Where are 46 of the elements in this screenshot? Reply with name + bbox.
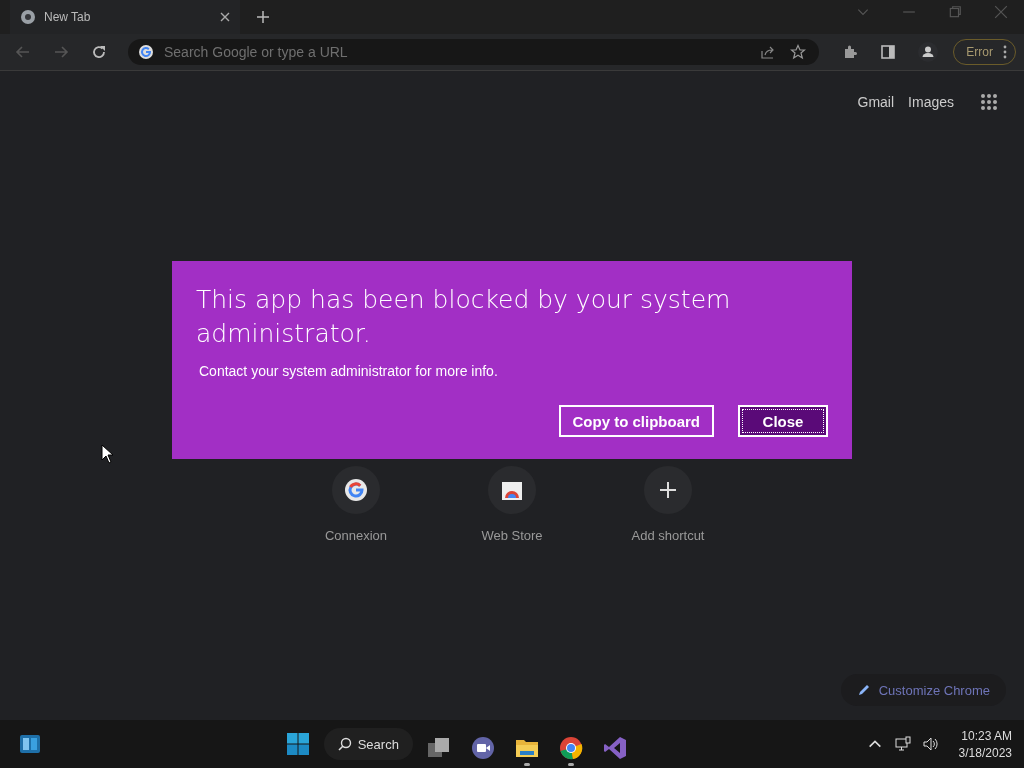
dialog-title: This app has been blocked by your system administrator. <box>196 284 732 350</box>
tab-title: New Tab <box>44 10 92 24</box>
visual-studio-icon[interactable] <box>602 736 627 760</box>
clock-date: 3/18/2023 <box>958 745 1012 760</box>
shortcut-label: Add shortcut <box>631 528 705 543</box>
running-indicator <box>567 763 574 766</box>
clock-time: 10:23 AM <box>961 728 1012 743</box>
video-chat-icon[interactable] <box>470 736 495 760</box>
puzzle-icon[interactable] <box>842 44 859 60</box>
google-icon <box>344 478 368 502</box>
chrome-icon[interactable] <box>558 736 583 760</box>
add-shortcut-button[interactable] <box>644 466 692 514</box>
header-link[interactable]: Gmail <box>857 94 895 110</box>
browser-tab[interactable]: New Tab <box>10 0 240 34</box>
dialog-button[interactable]: Close <box>738 405 828 437</box>
search-icon <box>337 737 352 751</box>
shortcut-label: Web Store <box>481 528 543 543</box>
task-view-icon[interactable] <box>426 736 451 760</box>
side-panel-icon[interactable] <box>880 44 897 60</box>
apps-grid-icon[interactable] <box>980 93 998 111</box>
network-icon[interactable] <box>894 736 911 752</box>
address-bar[interactable]: Search Google or type a URL <box>128 39 820 65</box>
chrome-icon <box>20 9 36 25</box>
dialog-button[interactable]: Copy to clipboard <box>558 405 714 437</box>
error-button[interactable]: Error <box>953 39 1016 65</box>
mouse-cursor-icon <box>101 444 113 464</box>
address-field[interactable]: Search Google or type a URL <box>162 43 754 61</box>
customize-chrome-button[interactable]: Customize Chrome <box>840 674 1006 706</box>
pencil-icon <box>856 683 871 697</box>
close-tab-icon[interactable] <box>220 12 230 22</box>
volume-icon[interactable] <box>922 736 939 752</box>
start-icon[interactable] <box>285 732 310 756</box>
header-link[interactable]: Images <box>908 94 954 110</box>
profile-icon[interactable] <box>918 42 939 62</box>
shortcut-tile[interactable] <box>332 466 380 514</box>
google-icon <box>138 44 154 60</box>
dialog-message: Contact your system administrator for more info. <box>199 363 499 379</box>
widgets-icon[interactable] <box>18 732 42 756</box>
taskbar-search[interactable]: Search <box>323 728 413 760</box>
shortcut-label: Connexion <box>324 528 388 543</box>
more-icon <box>1003 45 1007 59</box>
new-tab-icon[interactable] <box>256 10 270 24</box>
running-indicator <box>523 763 530 766</box>
star-icon[interactable] <box>790 44 807 60</box>
shortcut-tile[interactable] <box>488 466 536 514</box>
reload-icon[interactable] <box>91 44 107 60</box>
